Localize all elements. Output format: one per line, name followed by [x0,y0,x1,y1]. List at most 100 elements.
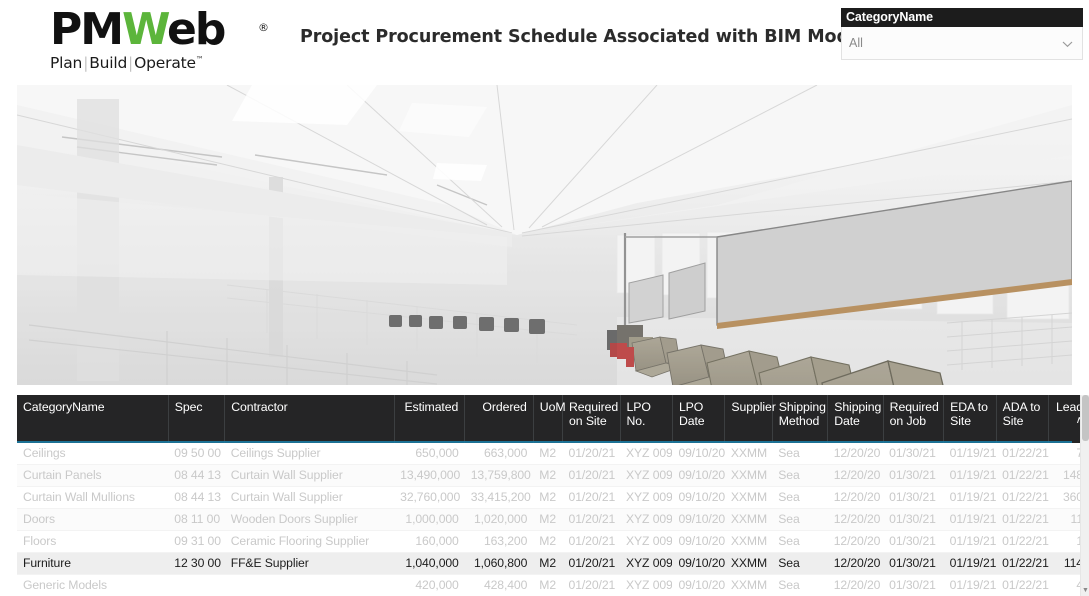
column-header-required_job[interactable]: Required on Job [883,395,945,443]
cell-lpo_date: 09/10/20 [672,574,725,596]
cell-category: Furniture [17,552,169,575]
cell-ship_method: Sea [772,508,828,531]
column-header-ordered[interactable]: Ordered [464,395,534,443]
cell-ship_date: 12/20/20 [827,486,884,509]
cell-contractor: Ceramic Flooring Supplier [224,530,395,553]
cell-ada_site: 01/22/21 [996,464,1049,487]
cell-spec [168,574,225,596]
cell-lpo_no: XYZ 0091 [620,530,673,553]
page-title: Project Procurement Schedule Associated … [300,27,867,47]
logo-eb-text: eb [167,4,226,55]
slicer-label: CategoryName [841,8,1083,27]
cell-ordered: 163,200 [464,530,534,553]
table-row[interactable]: Floors 09 31 00 Ceramic Flooring Supplier 1… [17,530,1089,553]
cell-eda_site: 01/19/21 [943,530,997,553]
table-row[interactable]: Curtain Wall Mullions 08 44 13 Curtain Wal… [17,486,1089,509]
column-header-spec[interactable]: Spec [168,395,226,443]
cell-contractor: Curtain Wall Supplier [224,486,395,509]
cell-ada_site: 01/22/21 [996,574,1049,596]
logo-wordmark: PMWeb ® [50,8,269,52]
cell-eda_site: 01/19/21 [943,443,997,465]
tagline-operate: Operate [134,54,196,72]
cell-ada_site: 01/22/21 [996,530,1049,553]
scrollbar-thumb[interactable] [1082,395,1089,441]
table-row[interactable]: Ceilings 09 50 00 Ceilings Supplier 650,000… [17,443,1089,465]
cell-estimated: 32,760,000 [394,486,465,509]
cell-category: Floors [17,530,169,553]
cell-estimated: 160,000 [394,530,465,553]
table-row[interactable]: Doors 08 11 00 Wooden Doors Supplier 1,000,… [17,508,1089,531]
cell-uom: M2 [533,530,563,553]
cell-category: Doors [17,508,169,531]
cell-category: Curtain Panels [17,464,169,487]
logo-tagline: Plan|Build|Operate™ [50,54,260,72]
cell-ship_date: 12/20/20 [827,443,884,465]
column-header-uom[interactable]: UoM [533,395,566,443]
column-header-contractor[interactable]: Contractor [224,395,395,443]
cell-uom: M2 [533,486,563,509]
cell-required_job: 01/30/21 [883,552,944,575]
cell-required_job: 01/30/21 [883,486,944,509]
column-header-ship_method[interactable]: Shipping Method [772,395,829,443]
cell-spec: 08 44 13 [168,486,225,509]
cell-lpo_date: 09/10/20 [672,530,725,553]
cell-contractor: Ceilings Supplier [224,443,395,465]
procurement-table[interactable]: CategoryName Spec Contractor Estimated Order… [17,395,1089,596]
trademark-icon: ™ [195,54,204,64]
cell-spec: 12 30 00 [168,552,225,575]
category-dropdown[interactable]: All [841,27,1083,60]
cell-ship_method: Sea [772,464,828,487]
header-underline [17,441,1072,443]
cell-contractor: Wooden Doors Supplier [224,508,395,531]
cell-ship_date: 12/20/20 [827,508,884,531]
scroll-down-icon[interactable]: ▼ [1082,587,1089,594]
column-header-required_site[interactable]: Required on Site [562,395,621,443]
column-header-eda_site[interactable]: EDA to Site [943,395,997,443]
cell-ship_method: Sea [772,574,828,596]
cell-supplier: XXMM [724,443,773,465]
cell-required_job: 01/30/21 [883,530,944,553]
cell-ship_date: 12/20/20 [827,530,884,553]
column-header-category[interactable]: CategoryName [17,395,169,443]
page-header: PMWeb ® Plan|Build|Operate™ Project Procu… [0,0,1089,82]
cell-ship_date: 12/20/20 [827,464,884,487]
cell-estimated: 650,000 [394,443,465,465]
cell-ada_site: 01/22/21 [996,508,1049,531]
table-vertical-scrollbar[interactable]: ▲ ▼ [1080,395,1089,596]
cell-lpo_date: 09/10/20 [672,443,725,465]
cell-ship_method: Sea [772,486,828,509]
column-header-supplier[interactable]: Supplier [724,395,776,443]
cell-ship_method: Sea [772,443,828,465]
cell-spec: 09 50 00 [168,443,225,465]
cell-supplier: XXMM [724,574,773,596]
column-header-estimated[interactable]: Estimated [394,395,466,443]
table-row[interactable]: Generic Models 420,000 428,400 M2 01/20/21 XY… [17,574,1089,596]
logo-pm-text: PM [50,4,124,55]
cell-eda_site: 01/19/21 [943,464,997,487]
logo-w-text: W [122,4,169,55]
cell-uom: M2 [533,574,563,596]
cell-eda_site: 01/19/21 [943,486,997,509]
cell-required_job: 01/30/21 [883,574,944,596]
registered-mark-icon: ® [258,21,269,34]
cell-supplier: XXMM [724,464,773,487]
chevron-down-icon[interactable] [1061,37,1074,50]
column-header-lpo_no[interactable]: LPO No. [620,395,673,443]
cell-ada_site: 01/22/21 [996,552,1049,575]
bim-model-viewport[interactable]: SELECT SCENE INSERT MODEL [17,85,1072,385]
table-row[interactable]: Furniture 12 30 00 FF&E Supplier 1,040,000 1… [17,552,1089,575]
cell-required_site: 01/20/21 [562,486,620,509]
cell-uom: M2 [533,508,563,531]
table-row[interactable]: Curtain Panels 08 44 13 Curtain Wall Suppl… [17,464,1089,487]
tagline-build: Build [89,54,128,72]
cell-lpo_date: 09/10/20 [672,552,725,575]
column-header-ship_date[interactable]: Shipping Date [827,395,884,443]
cell-uom: M2 [533,552,563,575]
cell-lpo_date: 09/10/20 [672,464,725,487]
category-slicer: CategoryName All [841,8,1083,60]
cell-lpo_no: XYZ 0091 [620,486,673,509]
cell-lpo_no: XYZ 0091 [620,552,673,575]
column-header-lpo_date[interactable]: LPO Date [672,395,726,443]
column-header-ada_site[interactable]: ADA to Site [996,395,1050,443]
cell-supplier: XXMM [724,508,773,531]
